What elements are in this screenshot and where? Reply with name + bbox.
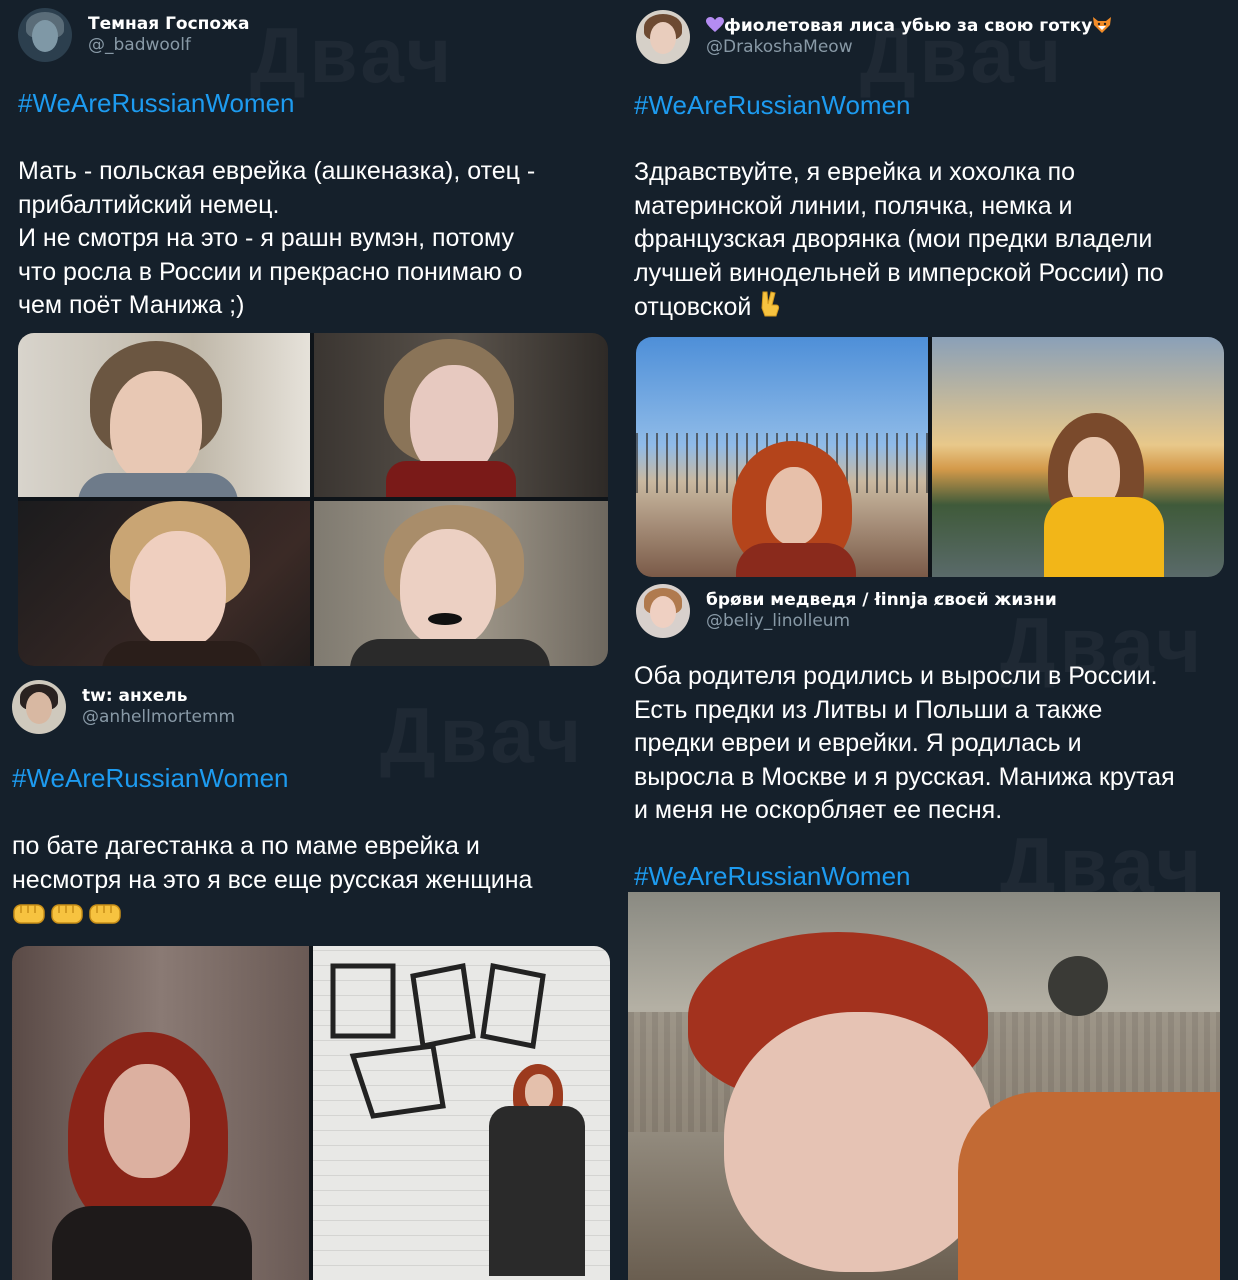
display-name[interactable]: tw: анхель: [82, 686, 235, 707]
victory-hand-icon: [761, 291, 780, 317]
photo[interactable]: [314, 333, 608, 497]
display-name[interactable]: брøви медведя / łinnja ȼвоєй жизни: [706, 590, 1057, 611]
user-handle[interactable]: @DrakoshaMeow: [706, 37, 1112, 58]
graffiti: [330, 963, 546, 1119]
tweet-text: Мать - польская еврейка (ашкеназка), оте…: [18, 155, 608, 323]
tweet-text-line: по бате дагестанка а по маме еврейка и: [12, 832, 480, 860]
tweet-text-line: И не смотря на это - я рашн вумэн, потом…: [18, 224, 514, 252]
display-name[interactable]: фиолетовая лиса убью за свою готку: [706, 16, 1112, 37]
tweet-text-line: Здравствуйте, я еврейка и хохолка по: [634, 158, 1076, 186]
tweet-text-last: отцовской: [634, 293, 752, 321]
photo[interactable]: [18, 501, 310, 666]
avatar[interactable]: [636, 584, 690, 638]
tweet-drakoshameow: фиолетовая лиса убью за свою готку @Drak…: [620, 0, 1238, 580]
tweet-text: Здравствуйте, я еврейка и хохолка по мат…: [634, 156, 1234, 325]
avatar[interactable]: [12, 680, 66, 734]
display-name-text: фиолетовая лиса убью за свою готку: [724, 15, 1093, 36]
photo[interactable]: [636, 337, 928, 577]
tweet-text-line: отцовской: [634, 290, 1234, 325]
fist-icon: [13, 904, 45, 924]
tweet-anhellmortemm: tw: анхель @anhellmortemm #WeAreRussianW…: [0, 672, 620, 1280]
tweet-badwoolf: Темная Госпожа @_badwoolf #WeAreRussianW…: [0, 0, 620, 670]
tweet-text-line: чем поёт Манижа ;): [18, 291, 245, 319]
tweet-text-line: Мать - польская еврейка (ашкеназка), оте…: [18, 157, 536, 185]
hashtag-link[interactable]: #WeAreRussianWomen: [634, 861, 911, 892]
tweet-text-line: французская дворянка (мои предки владели: [634, 225, 1153, 253]
avatar[interactable]: [18, 8, 72, 62]
photo[interactable]: [18, 333, 310, 497]
photo-grid: [12, 946, 610, 1280]
avatar[interactable]: [636, 10, 690, 64]
tweet-text-line: лучшей винодельней в имперской России) п…: [634, 258, 1164, 287]
photo-grid: [636, 337, 1224, 577]
purple-heart-icon: [706, 16, 724, 32]
tweet-text-line: и меня не оскорбляет ее песня.: [634, 796, 1003, 824]
fist-icon: [89, 904, 121, 924]
user-handle[interactable]: @_badwoolf: [88, 35, 249, 56]
tweet-text-line: что росла в России и прекрасно понимаю о: [18, 257, 523, 286]
fist-icon: [51, 904, 83, 924]
photo[interactable]: [932, 337, 1224, 577]
emoji-row: [12, 899, 122, 927]
photo[interactable]: [12, 946, 309, 1280]
hashtag-link[interactable]: #WeAreRussianWomen: [18, 88, 295, 119]
tweet-text-line: прибалтийский немец.: [18, 190, 280, 219]
tweet-text: Оба родителя родились и выросли в России…: [634, 660, 1234, 828]
photo[interactable]: [313, 946, 610, 1280]
tweet-text-line: Оба родителя родились и выросли в России…: [634, 662, 1158, 690]
tweet-text-line: Есть предки из Литвы и Польши а также: [634, 695, 1103, 724]
tweet-text-line: предки евреи и еврейки. Я родилась и: [634, 729, 1082, 757]
hashtag-link[interactable]: #WeAreRussianWomen: [634, 90, 911, 121]
tweet-beliy-linolleum: брøви медведя / łinnja ȼвоєй жизни @beli…: [620, 580, 1238, 1280]
fox-icon: [1093, 16, 1112, 33]
tweet-text-line: выросла в Москве и я русская. Манижа кру…: [634, 762, 1175, 791]
photo[interactable]: [314, 501, 608, 666]
photo-grid: [18, 333, 608, 666]
tweet-text-line: несмотря на это я все еще русская женщин…: [12, 865, 533, 894]
user-handle[interactable]: @beliy_linolleum: [706, 611, 1057, 632]
photo[interactable]: [628, 892, 1220, 1280]
tweet-text: по бате дагестанка а по маме еврейка и н…: [12, 830, 612, 897]
display-name[interactable]: Темная Госпожа: [88, 14, 249, 35]
tweet-text-line: материнской линии, полячка, немка и: [634, 191, 1073, 220]
user-handle[interactable]: @anhellmortemm: [82, 707, 235, 728]
hashtag-link[interactable]: #WeAreRussianWomen: [12, 763, 289, 794]
